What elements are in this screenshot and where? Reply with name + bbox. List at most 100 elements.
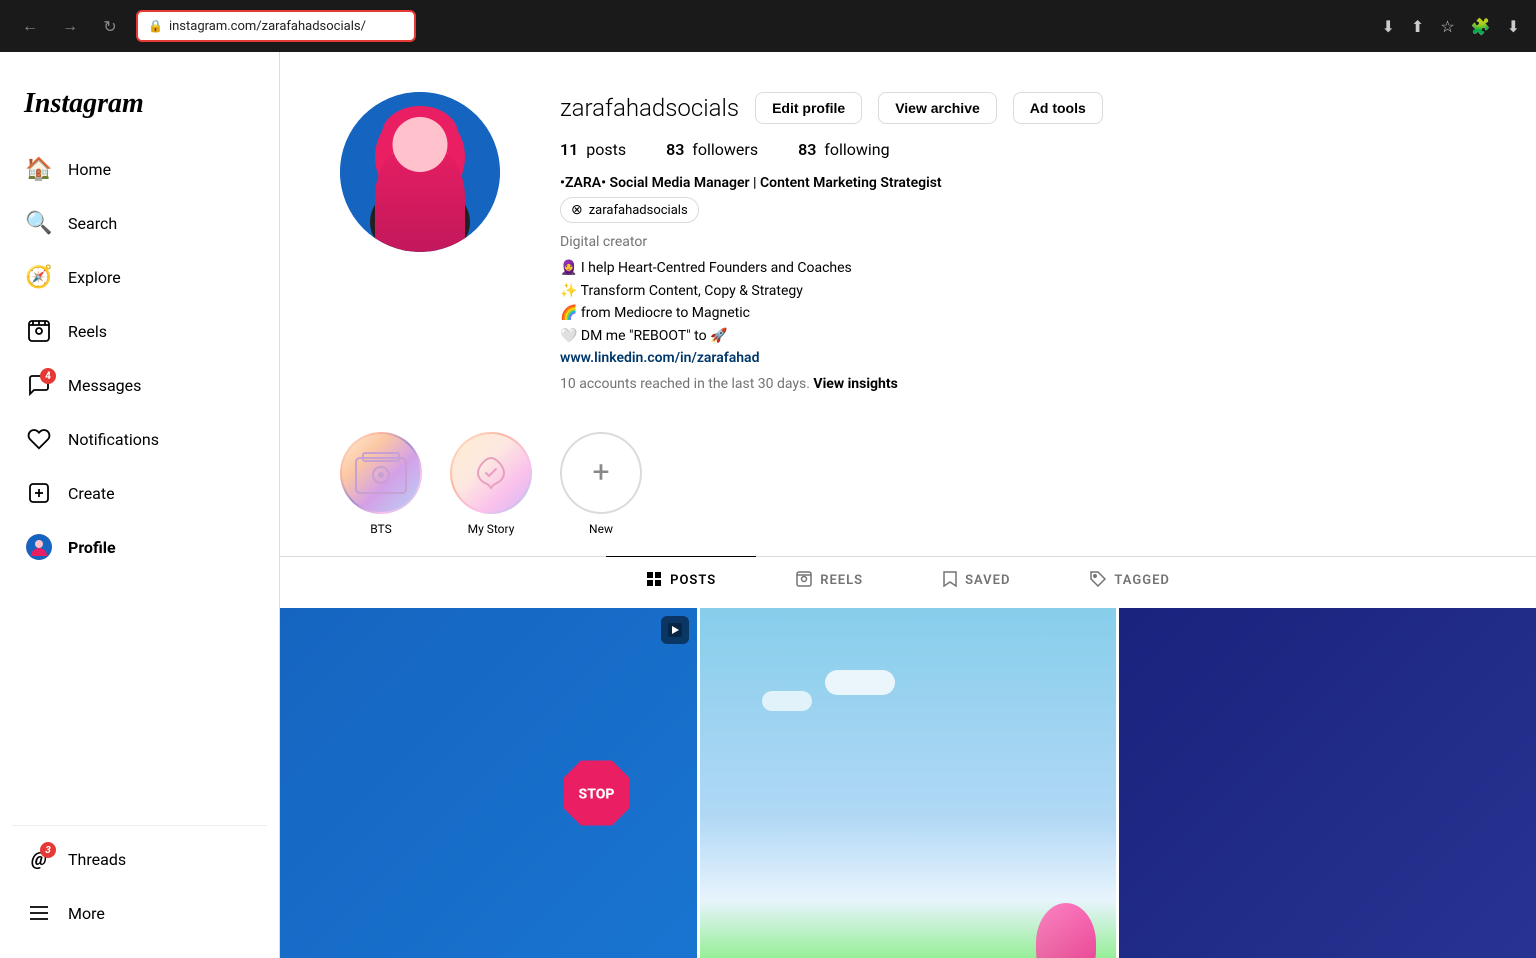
bio-line-1: 🧕 I help Heart-Centred Founders and Coac… (560, 257, 1180, 279)
tagged-tab-icon (1090, 571, 1106, 591)
back-button[interactable]: ← (16, 12, 44, 40)
svg-text:STOP: STOP (579, 787, 615, 803)
download-icon[interactable]: ⬇ (1382, 17, 1395, 36)
plus-icon: + (592, 458, 609, 488)
sidebar-label-home: Home (68, 160, 111, 179)
post-1-reel-icon (661, 616, 689, 644)
ad-tools-button[interactable]: Ad tools (1013, 92, 1103, 124)
bio-line-3: 🌈 from Mediocre to Magnetic (560, 302, 1180, 324)
profile-image (340, 92, 500, 252)
tab-posts[interactable]: POSTS (606, 556, 756, 605)
highlight-mystory-circle (450, 432, 532, 514)
following-stat[interactable]: 83 following (798, 140, 890, 159)
tab-reels[interactable]: REELS (756, 556, 903, 605)
notifications-icon (26, 426, 52, 452)
post-cell-3[interactable]: My Client's (1119, 608, 1536, 958)
post-cell-2[interactable] (700, 608, 1117, 958)
refresh-button[interactable]: ↻ (96, 12, 124, 40)
followers-label: followers (692, 140, 758, 159)
reels-tab-icon (796, 571, 812, 591)
reels-icon (26, 318, 52, 344)
insights-text: 10 accounts reached in the last 30 days. (560, 376, 810, 392)
sidebar-item-reels[interactable]: Reels (12, 306, 267, 356)
more-icon (26, 900, 52, 926)
sidebar-label-messages: Messages (68, 376, 141, 395)
sidebar-label-reels: Reels (68, 322, 107, 341)
posts-label: posts (586, 140, 626, 159)
sidebar-item-explore[interactable]: 🧭 Explore (12, 252, 267, 302)
instagram-logo[interactable]: Instagram (12, 72, 267, 144)
view-insights-link[interactable]: View insights (813, 376, 897, 392)
sidebar-nav: 🏠 Home 🔍 Search 🧭 Explore (12, 144, 267, 817)
following-count: 83 (798, 140, 816, 159)
sidebar-bottom: @ 3 Threads More (12, 834, 267, 938)
bio-category: Digital creator (560, 231, 1180, 253)
sidebar-label-more: More (68, 904, 105, 923)
forward-button[interactable]: → (56, 12, 84, 40)
address-bar[interactable]: 🔒 instagram.com/zarafahadsocials/ (136, 10, 416, 42)
extensions-icon[interactable]: 🧩 (1471, 17, 1491, 36)
highlight-bts-circle (340, 432, 422, 514)
bio-link[interactable]: www.linkedin.com/in/zarafahad (560, 350, 759, 366)
bio-badge[interactable]: ⊗ zarafahadsocials (560, 197, 699, 223)
sidebar-item-home[interactable]: 🏠 Home (12, 144, 267, 194)
create-icon (26, 480, 52, 506)
post-cell-1[interactable]: 5 Mistakes STOP (280, 608, 697, 958)
sidebar-label-threads: Threads (68, 850, 126, 869)
highlight-new[interactable]: + New (560, 432, 642, 536)
insights-row: 10 accounts reached in the last 30 days.… (560, 376, 1180, 392)
posts-tab-label: POSTS (670, 573, 716, 588)
posts-tab-icon (646, 571, 662, 591)
followers-stat[interactable]: 83 followers (666, 140, 758, 159)
saved-tab-icon (943, 571, 957, 591)
profile-header: zarafahadsocials Edit profile View archi… (280, 52, 1240, 412)
following-label: following (824, 140, 889, 159)
sidebar-label-profile: Profile (68, 538, 116, 557)
sidebar-item-create[interactable]: Create (12, 468, 267, 518)
lock-icon: 🔒 (148, 19, 163, 33)
highlight-bts-label: BTS (370, 522, 392, 536)
bookmark-icon[interactable]: ☆ (1440, 17, 1454, 36)
threads-badge-icon: ⊗ (571, 202, 583, 218)
tab-saved[interactable]: SAVED (903, 556, 1050, 605)
url-text: instagram.com/zarafahadsocials/ (169, 19, 366, 34)
saved-tab-label: SAVED (965, 573, 1010, 588)
browser-download-icon[interactable]: ⬇ (1507, 17, 1520, 36)
reels-tab-label: REELS (820, 573, 863, 588)
profile-avatar-icon (26, 534, 52, 560)
view-archive-button[interactable]: View archive (878, 92, 997, 124)
sidebar-item-more[interactable]: More (12, 888, 267, 938)
posts-stat[interactable]: 11 posts (560, 140, 626, 159)
explore-icon: 🧭 (26, 264, 52, 290)
highlight-bts[interactable]: BTS (340, 432, 422, 536)
sidebar-item-messages[interactable]: 4 Messages (12, 360, 267, 410)
sidebar-item-search[interactable]: 🔍 Search (12, 198, 267, 248)
profile-username: zarafahadsocials (560, 94, 739, 122)
messages-icon: 4 (26, 372, 52, 398)
profile-top-row: zarafahadsocials Edit profile View archi… (560, 92, 1180, 124)
threads-badge: 3 (40, 842, 56, 858)
highlight-new-label: New (589, 522, 613, 536)
profile-bio: •ZARA• Social Media Manager | Content Ma… (560, 175, 1180, 366)
sidebar-item-profile[interactable]: Profile (12, 522, 267, 572)
bio-display-name: •ZARA• Social Media Manager | Content Ma… (560, 175, 1180, 191)
sidebar: Instagram 🏠 Home 🔍 Search 🧭 Explore (0, 52, 280, 958)
highlights-section: BTS My Story + N (280, 412, 1536, 556)
tab-tagged[interactable]: TAGGED (1050, 556, 1209, 605)
messages-badge: 4 (40, 368, 56, 384)
sidebar-label-notifications: Notifications (68, 430, 159, 449)
threads-icon: @ 3 (26, 846, 52, 872)
app-container: Instagram 🏠 Home 🔍 Search 🧭 Explore (0, 52, 1536, 958)
sidebar-item-threads[interactable]: @ 3 Threads (12, 834, 267, 884)
main-content: zarafahadsocials Edit profile View archi… (280, 52, 1536, 958)
search-icon: 🔍 (26, 210, 52, 236)
profile-stats: 11 posts 83 followers 83 following (560, 140, 1180, 159)
share-icon[interactable]: ⬆ (1411, 17, 1424, 36)
highlight-mystory[interactable]: My Story (450, 432, 532, 536)
edit-profile-button[interactable]: Edit profile (755, 92, 862, 124)
browser-actions: ⬇ ⬆ ☆ 🧩 ⬇ (1382, 17, 1520, 36)
highlight-new-circle: + (560, 432, 642, 514)
bio-line-4: 🤍 DM me "REBOOT" to 🚀 (560, 325, 1180, 347)
browser-chrome: ← → ↻ 🔒 instagram.com/zarafahadsocials/ … (0, 0, 1536, 52)
sidebar-item-notifications[interactable]: Notifications (12, 414, 267, 464)
